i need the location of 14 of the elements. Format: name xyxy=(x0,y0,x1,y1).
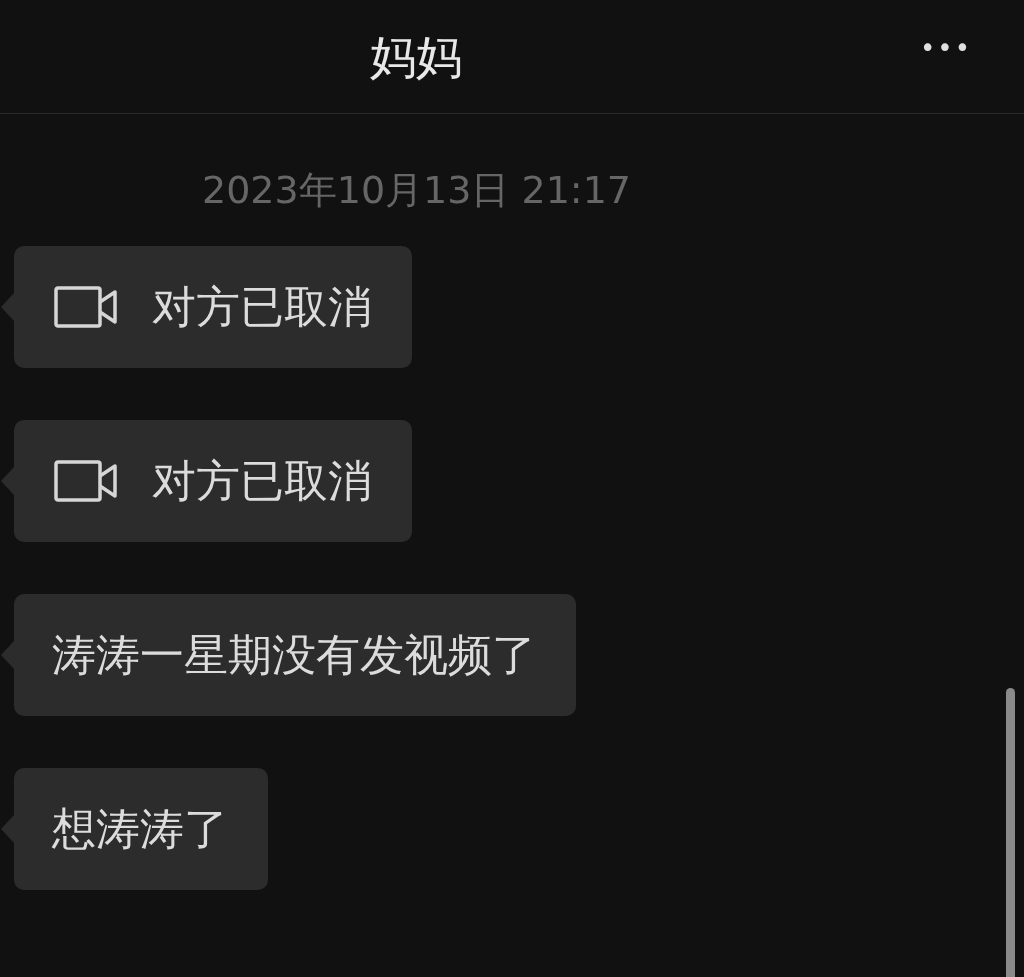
message-bubble[interactable]: 对方已取消 xyxy=(14,420,412,542)
video-camera-icon xyxy=(54,286,118,328)
call-status: 对方已取消 xyxy=(152,285,372,329)
call-status: 对方已取消 xyxy=(152,459,372,503)
message-bubble[interactable]: 对方已取消 xyxy=(14,246,412,368)
timestamp: 2023年10月13日 21:17 xyxy=(202,167,632,214)
chat-title: 妈妈 xyxy=(370,33,462,80)
scrollbar[interactable] xyxy=(1006,688,1015,977)
more-button[interactable]: ••• xyxy=(920,26,972,70)
message-text: 想涛涛了 xyxy=(52,807,228,851)
message-bubble[interactable]: 想涛涛了 xyxy=(14,768,268,890)
message-bubble[interactable]: 涛涛一星期没有发视频了 xyxy=(14,594,576,716)
message-text: 涛涛一星期没有发视频了 xyxy=(52,633,536,677)
video-camera-icon xyxy=(54,460,118,502)
